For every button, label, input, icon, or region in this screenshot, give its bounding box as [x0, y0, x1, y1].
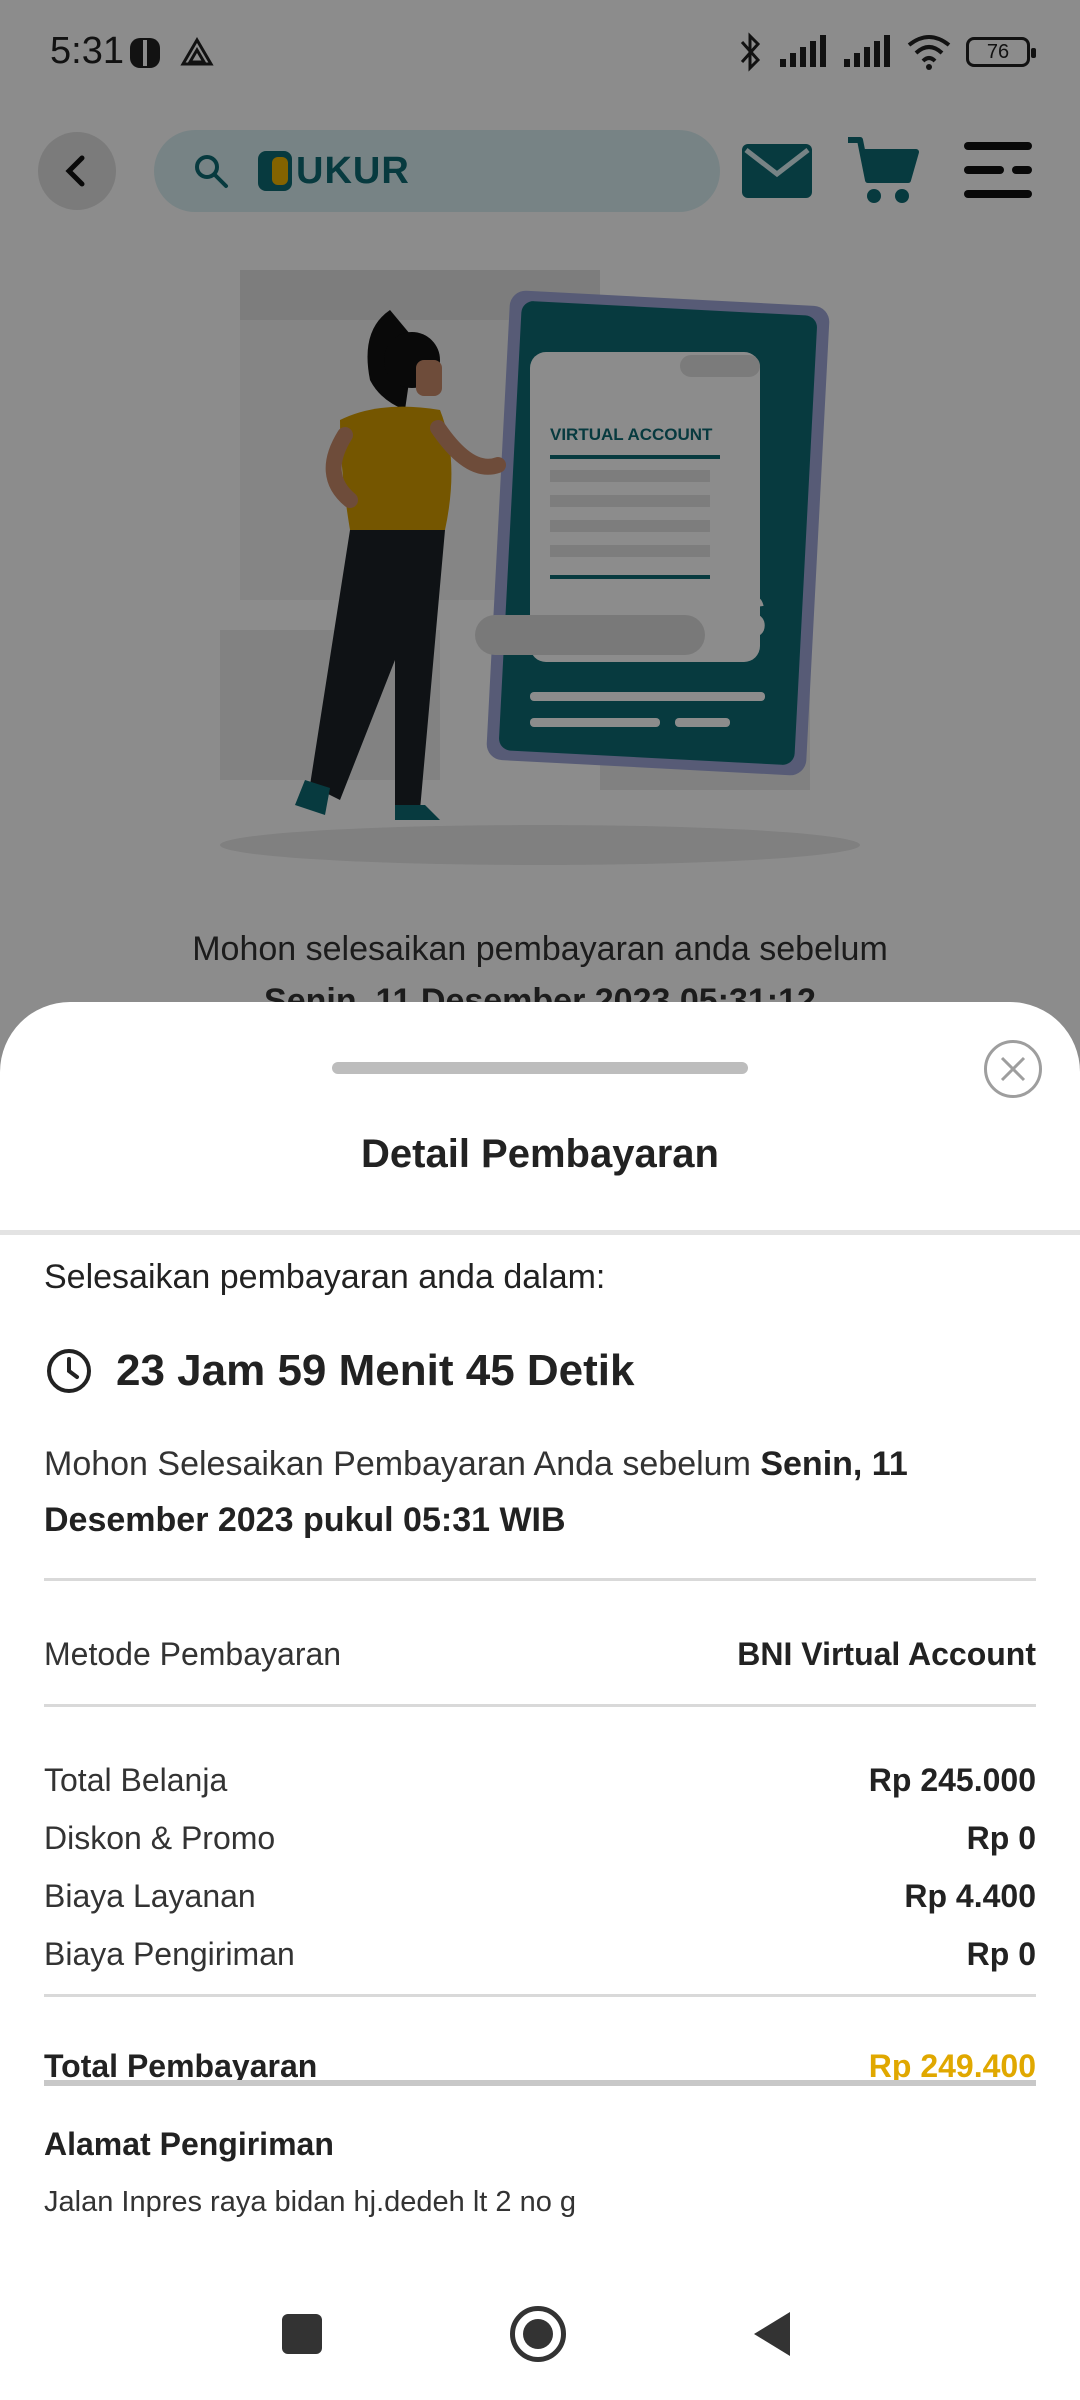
- recent-apps-button[interactable]: [282, 2314, 322, 2354]
- close-button[interactable]: [984, 1040, 1042, 1098]
- divider: [44, 1578, 1036, 1581]
- close-icon: [1000, 1056, 1026, 1082]
- deadline-prefix: Mohon Selesaikan Pembayaran Anda sebelum: [44, 1445, 761, 1483]
- divider: [44, 1704, 1036, 1707]
- drag-handle[interactable]: [332, 1062, 748, 1074]
- address-text: Jalan Inpres raya bidan hj.dedeh lt 2 no…: [44, 2186, 577, 2218]
- divider: [0, 1230, 1080, 1235]
- home-dot: [523, 2319, 553, 2349]
- clock-icon: [47, 1349, 91, 1393]
- summary-value: Rp 4.400: [904, 1878, 1036, 1914]
- summary-label: Biaya Pengiriman: [44, 1936, 295, 1972]
- payment-detail-sheet: Detail Pembayaran Selesaikan pembayaran …: [0, 1002, 1080, 2400]
- nav-back-button[interactable]: [752, 2310, 792, 2358]
- divider: [44, 1994, 1036, 1997]
- countdown-text: 23 Jam 59 Menit 45 Detik: [116, 1346, 635, 1395]
- summary-value: Rp 0: [966, 1820, 1036, 1856]
- countdown-label: Selesaikan pembayaran anda dalam:: [44, 1258, 606, 1296]
- summary-label: Biaya Layanan: [44, 1878, 256, 1914]
- divider: [44, 2080, 1036, 2086]
- sheet-title: Detail Pembayaran: [361, 1132, 719, 1176]
- summary-value: Rp 0: [966, 1936, 1036, 1972]
- summary-label: Total Belanja: [44, 1762, 228, 1798]
- summary-value: Rp 245.000: [868, 1762, 1036, 1798]
- payment-method-label: Metode Pembayaran: [44, 1636, 342, 1672]
- summary-label: Diskon & Promo: [44, 1820, 276, 1856]
- countdown: 23 Jam 59 Menit 45 Detik: [44, 1346, 634, 1396]
- system-nav-bar: [0, 2280, 1080, 2390]
- payment-method-value: BNI Virtual Account: [737, 1636, 1036, 1672]
- summary-row: Biaya Pengiriman Rp 0: [44, 1936, 1036, 1973]
- summary-row: Diskon & Promo Rp 0: [44, 1820, 1036, 1857]
- summary-row: Biaya Layanan Rp 4.400: [44, 1878, 1036, 1915]
- payment-method-row: Metode Pembayaran BNI Virtual Account: [44, 1636, 1036, 1673]
- home-button[interactable]: [510, 2306, 566, 2362]
- address-title: Alamat Pengiriman: [44, 2126, 334, 2162]
- deadline-text: Mohon Selesaikan Pembayaran Anda sebelum…: [44, 1436, 1036, 1548]
- summary-row: Total Belanja Rp 245.000: [44, 1762, 1036, 1799]
